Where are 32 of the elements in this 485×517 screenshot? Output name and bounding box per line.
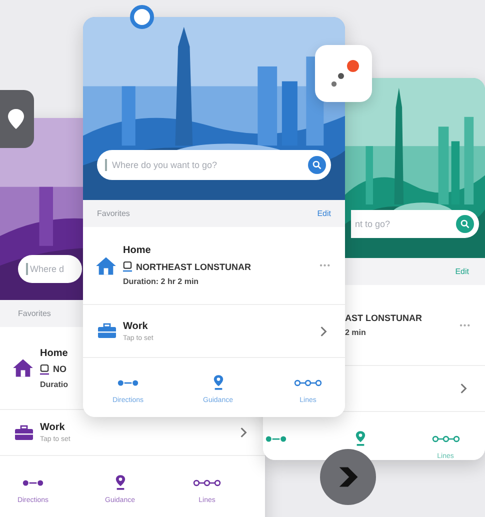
section-title: Favorites <box>97 209 130 218</box>
chevron-icon[interactable] <box>460 383 467 394</box>
duration-text: Duratio <box>40 380 68 388</box>
lines-icon[interactable] <box>193 478 221 486</box>
directions-icon[interactable] <box>117 378 139 386</box>
place-name: Work <box>40 422 66 433</box>
section-title: Favorites <box>18 309 51 318</box>
place-name: Home <box>123 245 152 256</box>
duration-text: 2 min <box>345 328 367 337</box>
chevron-icon[interactable] <box>320 326 327 336</box>
chevron-icon[interactable] <box>240 427 247 438</box>
search-field[interactable]: nt to go? <box>351 210 479 238</box>
briefcase-icon <box>14 424 34 440</box>
directions-icon[interactable] <box>22 478 44 486</box>
edit-link[interactable]: Edit <box>455 267 469 276</box>
place-name: Home <box>40 348 68 358</box>
location-pin-icon[interactable] <box>114 474 126 491</box>
route-name: NO <box>53 364 66 374</box>
route-name: AST LONSTUNAR <box>345 313 422 323</box>
route-name: NORTHEAST LONSTUNAR <box>136 262 251 272</box>
edit-link[interactable]: Edit <box>317 209 331 218</box>
map-pin-badge-icon <box>0 90 34 148</box>
text-cursor <box>26 263 28 275</box>
duration-text: Duration: 2 hr 2 min <box>123 277 200 286</box>
place-name: Work <box>123 320 149 332</box>
more-icon[interactable]: ••• <box>320 261 331 270</box>
briefcase-icon <box>97 323 117 339</box>
lines-icon[interactable] <box>294 378 322 386</box>
tram-icon <box>40 364 49 374</box>
location-pin-icon[interactable] <box>212 374 224 391</box>
tram-icon <box>123 261 132 272</box>
more-icon[interactable]: ••• <box>460 320 471 330</box>
